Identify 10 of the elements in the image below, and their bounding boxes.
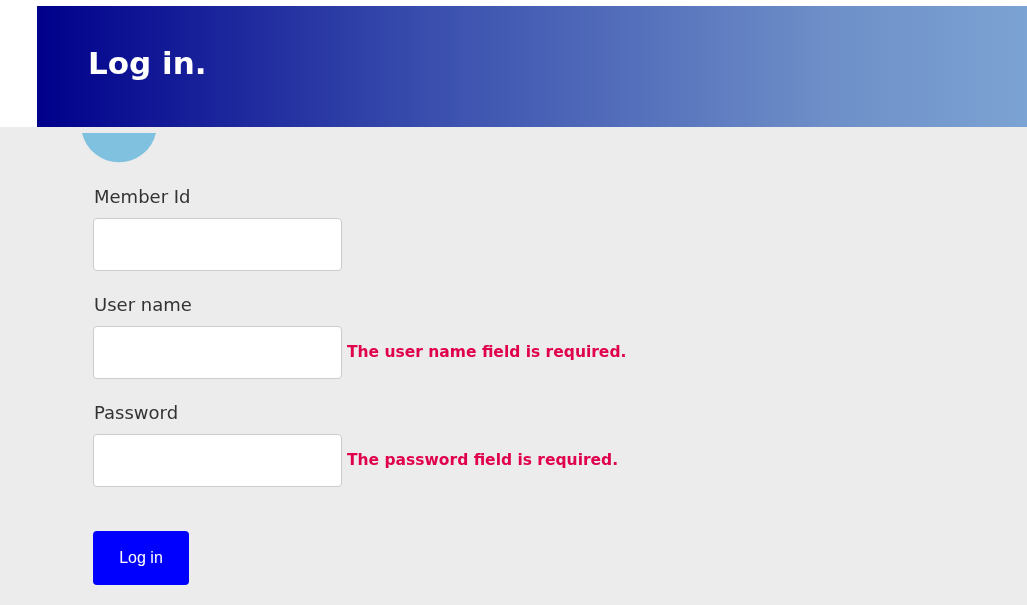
input-field[interactable] bbox=[93, 434, 342, 487]
input-field[interactable] bbox=[93, 218, 342, 271]
input-field[interactable] bbox=[93, 326, 342, 379]
field-label: Member Id bbox=[94, 185, 192, 209]
field-label: Password bbox=[94, 401, 180, 425]
field-label: User name bbox=[94, 293, 193, 317]
error-message: The user name field is required. bbox=[347, 341, 627, 363]
error-message: The password field is required. bbox=[347, 449, 619, 471]
login-button[interactable]: Log in bbox=[93, 531, 189, 585]
page-title: Log in. bbox=[88, 44, 207, 83]
